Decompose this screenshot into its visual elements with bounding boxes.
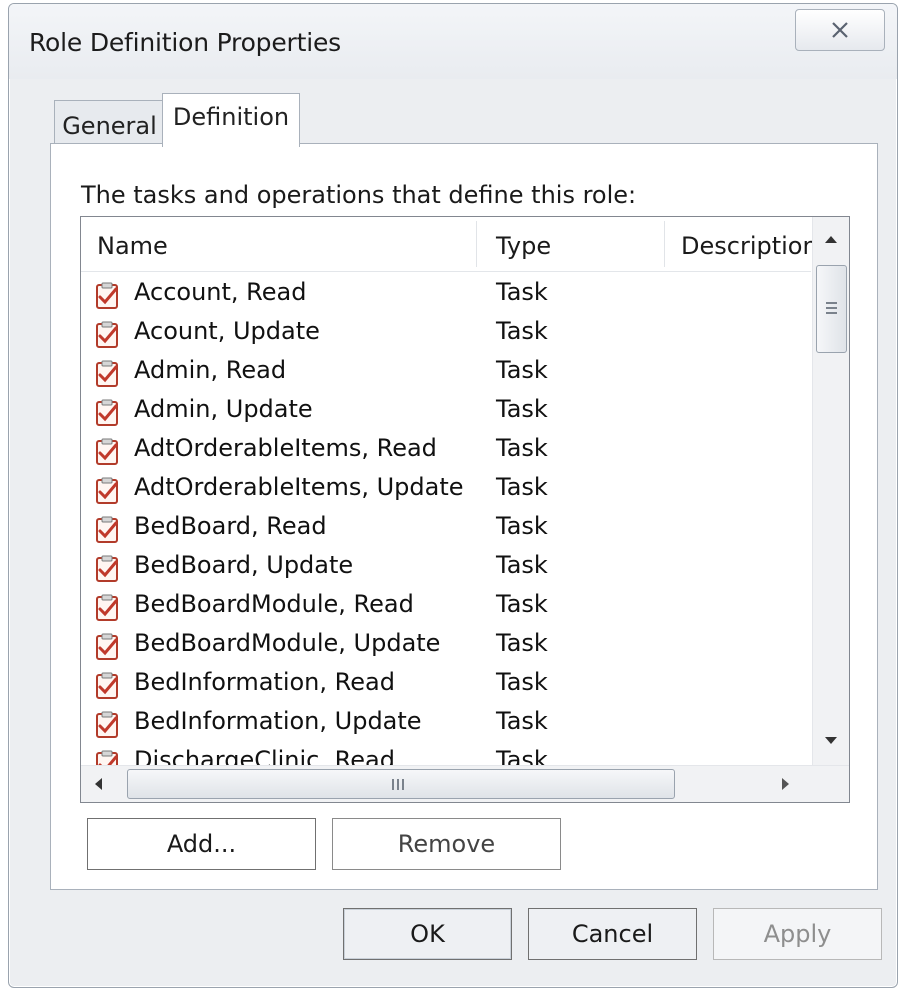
close-button[interactable] <box>795 9 885 51</box>
add-button[interactable]: Add... <box>87 818 316 870</box>
column-header-name[interactable]: Name <box>97 217 168 271</box>
vertical-scroll-thumb[interactable] <box>816 265 847 353</box>
dialog-window: Role Definition Properties General Defin… <box>8 3 898 988</box>
list-header: Name Type Description <box>81 217 818 272</box>
task-icon <box>96 555 118 582</box>
task-icon <box>96 282 118 309</box>
task-name: BedBoard, Update <box>134 551 354 579</box>
panel-caption: The tasks and operations that define thi… <box>81 181 637 209</box>
column-header-type[interactable]: Type <box>496 217 551 271</box>
column-header-description[interactable]: Description <box>681 217 818 271</box>
apply-button[interactable]: Apply <box>713 908 882 960</box>
task-type: Task <box>496 317 548 345</box>
task-name: BedBoard, Read <box>134 512 327 540</box>
task-name: BedInformation, Update <box>134 707 422 735</box>
list-item[interactable]: BedBoard, Read Task <box>81 509 811 548</box>
list-rows: Account, Read Task Acount, Update Task Admin… <box>81 275 811 782</box>
task-icon <box>96 633 118 660</box>
column-divider[interactable] <box>476 221 477 267</box>
list-item[interactable]: BedBoardModule, Read Task <box>81 587 811 626</box>
task-icon <box>96 399 118 426</box>
task-type: Task <box>496 629 548 657</box>
task-icon <box>96 438 118 465</box>
list-item[interactable]: Account, Read Task <box>81 275 811 314</box>
task-icon <box>96 477 118 504</box>
task-name: BedBoardModule, Update <box>134 629 441 657</box>
window-title: Role Definition Properties <box>29 28 341 57</box>
cancel-button[interactable]: Cancel <box>528 908 697 960</box>
task-name: Acount, Update <box>134 317 320 345</box>
tasks-list[interactable]: Name Type Description Account, Read Task A… <box>80 216 850 803</box>
task-name: BedInformation, Read <box>134 668 395 696</box>
scroll-down-arrow-icon[interactable] <box>825 737 837 744</box>
task-icon <box>96 360 118 387</box>
task-type: Task <box>496 551 548 579</box>
column-divider[interactable] <box>664 221 665 267</box>
task-type: Task <box>496 707 548 735</box>
task-type: Task <box>496 395 548 423</box>
list-item[interactable]: Admin, Update Task <box>81 392 811 431</box>
scroll-right-arrow-icon[interactable] <box>782 778 789 790</box>
list-item[interactable]: Admin, Read Task <box>81 353 811 392</box>
task-type: Task <box>496 512 548 540</box>
task-name: Account, Read <box>134 278 307 306</box>
task-name: AdtOrderableItems, Read <box>134 434 437 462</box>
ok-button[interactable]: OK <box>343 908 512 960</box>
list-item[interactable]: BedBoardModule, Update Task <box>81 626 811 665</box>
task-icon <box>96 672 118 699</box>
task-name: AdtOrderableItems, Update <box>134 473 464 501</box>
task-type: Task <box>496 278 548 306</box>
horizontal-scrollbar[interactable] <box>81 765 849 802</box>
list-item[interactable]: AdtOrderableItems, Read Task <box>81 431 811 470</box>
scroll-up-arrow-icon[interactable] <box>825 236 837 243</box>
task-type: Task <box>496 473 548 501</box>
definition-panel: The tasks and operations that define thi… <box>50 143 878 890</box>
title-bar: Role Definition Properties <box>9 4 897 79</box>
task-type: Task <box>496 590 548 618</box>
close-icon <box>832 22 848 38</box>
list-item[interactable]: BedInformation, Update Task <box>81 704 811 743</box>
list-item[interactable]: AdtOrderableItems, Update Task <box>81 470 811 509</box>
task-name: Admin, Read <box>134 356 287 384</box>
task-icon <box>96 594 118 621</box>
scroll-left-arrow-icon[interactable] <box>95 778 102 790</box>
task-type: Task <box>496 356 548 384</box>
task-icon <box>96 711 118 738</box>
task-type: Task <box>496 668 548 696</box>
list-item[interactable]: Acount, Update Task <box>81 314 811 353</box>
list-item[interactable]: BedInformation, Read Task <box>81 665 811 704</box>
task-name: Admin, Update <box>134 395 313 423</box>
tab-definition[interactable]: Definition <box>162 93 300 147</box>
task-type: Task <box>496 434 548 462</box>
list-item[interactable]: BedBoard, Update Task <box>81 548 811 587</box>
scrollbar-corner <box>813 766 849 802</box>
horizontal-scroll-thumb[interactable] <box>127 769 675 799</box>
task-icon <box>96 321 118 348</box>
task-icon <box>96 516 118 543</box>
tab-general[interactable]: General <box>54 100 165 145</box>
remove-button[interactable]: Remove <box>332 818 561 870</box>
task-name: BedBoardModule, Read <box>134 590 414 618</box>
vertical-scrollbar[interactable] <box>812 217 849 765</box>
